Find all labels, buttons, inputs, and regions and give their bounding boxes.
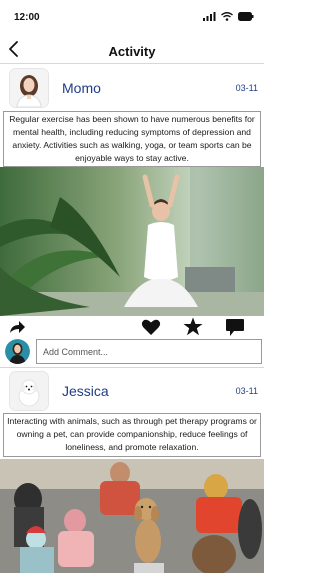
post-text: Regular exercise has been shown to have … <box>3 111 261 167</box>
post-actions <box>0 316 264 338</box>
comment-input[interactable] <box>36 339 262 364</box>
status-time: 12:00 <box>14 12 40 23</box>
post-text: Interacting with animals, such as throug… <box>3 413 261 457</box>
wifi-icon <box>221 12 233 21</box>
like-button[interactable] <box>141 318 161 336</box>
page-title: Activity <box>108 44 156 59</box>
status-icons <box>203 12 254 21</box>
avatar[interactable] <box>10 69 48 107</box>
favorite-button[interactable] <box>183 317 203 336</box>
status-bar: 12:00 <box>0 0 264 36</box>
battery-icon <box>238 12 254 21</box>
comment-button[interactable] <box>225 318 245 337</box>
share-button[interactable] <box>8 319 26 335</box>
avatar[interactable] <box>5 339 30 364</box>
post-date: 03-11 <box>235 386 258 396</box>
post-image <box>0 167 264 316</box>
avatar[interactable] <box>10 372 48 410</box>
post-header: Jessica 03-11 <box>0 372 264 412</box>
nav-bar: Activity <box>0 36 264 64</box>
post-divider <box>0 367 264 368</box>
comment-row <box>0 338 264 366</box>
signal-icon <box>203 12 216 21</box>
post-author-name[interactable]: Jessica <box>62 383 109 399</box>
post-image <box>0 459 264 573</box>
post-author-name[interactable]: Momo <box>62 80 101 96</box>
post-header: Momo 03-11 <box>0 69 264 109</box>
post-date: 03-11 <box>235 83 258 93</box>
